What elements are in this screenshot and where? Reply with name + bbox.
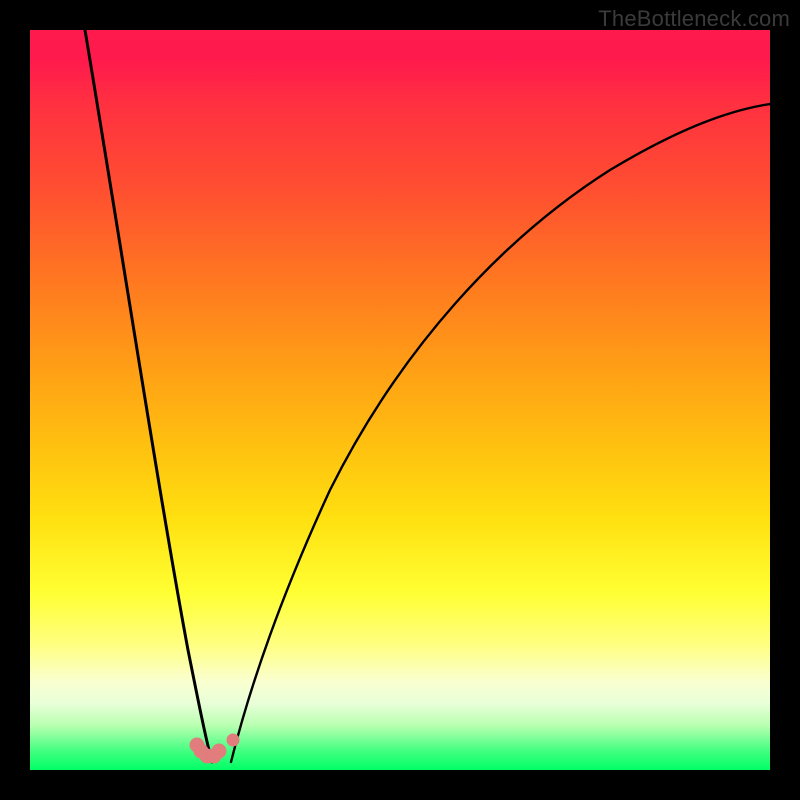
right-curve: [231, 104, 770, 762]
valley-marker: [212, 744, 227, 759]
curves-layer: [30, 30, 770, 770]
watermark-text: TheBottleneck.com: [598, 6, 790, 32]
plot-area: [30, 30, 770, 770]
valley-marker: [227, 734, 240, 747]
left-curve: [85, 30, 212, 762]
